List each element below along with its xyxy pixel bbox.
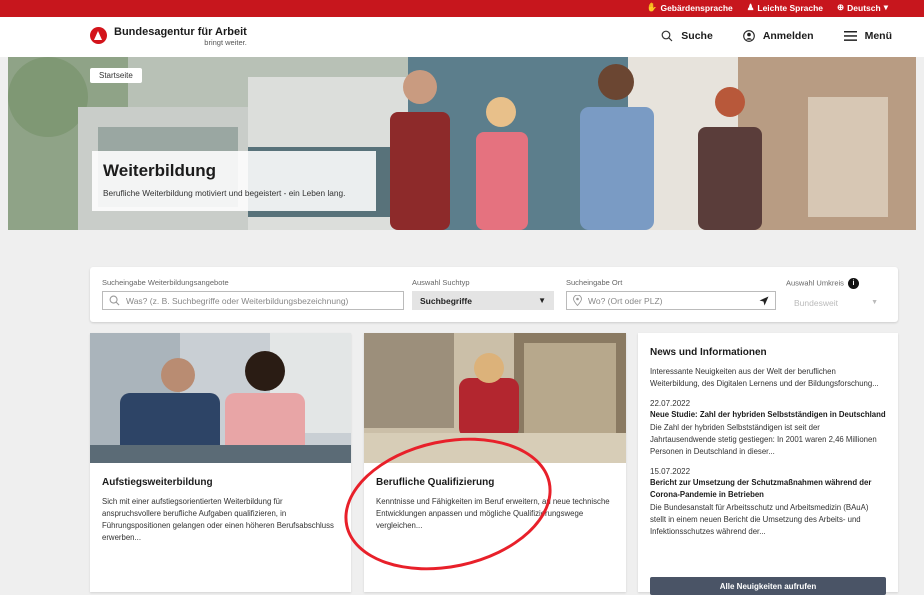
location-label: Sucheingabe Ort bbox=[566, 278, 623, 287]
radius-value: Bundesweit bbox=[794, 297, 838, 308]
type-value: Suchbegriffe bbox=[420, 295, 472, 306]
card-photo bbox=[364, 333, 626, 463]
location-field: Sucheingabe Ort Wo? (Ort oder PLZ) bbox=[566, 278, 776, 310]
news-text: Die Bundesanstalt für Arbeitsschutz und … bbox=[650, 503, 869, 536]
map-pin-icon bbox=[573, 295, 582, 306]
card-berufliche-qualifizierung[interactable]: Berufliche Qualifizierung Kenntnisse und… bbox=[364, 333, 626, 592]
card-body: Berufliche Qualifizierung Kenntnisse und… bbox=[364, 463, 626, 546]
news-item[interactable]: 15.07.2022 Bericht zur Umsetzung der Sch… bbox=[650, 467, 886, 538]
hamburger-icon bbox=[843, 31, 857, 41]
language-select[interactable]: ⊕ Deutsch ▾ bbox=[837, 2, 888, 13]
type-field: Auswahl Suchtyp Suchbegriffe ▼ bbox=[412, 278, 554, 310]
radius-label: Auswahl Umkreis bbox=[786, 278, 844, 288]
logo[interactable]: Bundesagentur für Arbeit bringt weiter. bbox=[90, 27, 247, 47]
search-label: Suche bbox=[681, 30, 713, 42]
easy-language-icon: ♟ bbox=[746, 2, 755, 12]
easy-language-link[interactable]: ♟ Leichte Sprache bbox=[747, 2, 823, 13]
search-icon bbox=[661, 30, 673, 42]
news-headline[interactable]: Bericht zur Umsetzung der Schutzmaßnahme… bbox=[650, 477, 886, 501]
radius-field: Auswahl Umkreis i Bundesweit ▼ bbox=[786, 278, 886, 312]
chevron-down-icon: ▾ bbox=[883, 2, 888, 12]
easy-language-label: Leichte Sprache bbox=[757, 2, 824, 13]
sign-language-label: Gebärdensprache bbox=[660, 2, 733, 13]
card-aufstiegsweiterbildung[interactable]: Aufstiegsweiterbildung Sich mit einer au… bbox=[90, 333, 351, 592]
card-image bbox=[90, 333, 351, 463]
query-label: Sucheingabe Weiterbildungsangebote bbox=[102, 278, 229, 287]
news-title: News und Informationen bbox=[650, 347, 767, 358]
radius-label-wrap: Auswahl Umkreis i bbox=[786, 278, 886, 289]
type-label: Auswahl Suchtyp bbox=[412, 278, 470, 287]
card-title[interactable]: Berufliche Qualifizierung bbox=[376, 477, 614, 488]
logo-name: Bundesagentur für Arbeit bbox=[114, 26, 247, 38]
location-input[interactable]: Wo? (Ort oder PLZ) bbox=[566, 291, 776, 310]
search-form: Sucheingabe Weiterbildungsangebote Was? … bbox=[90, 267, 898, 322]
sign-language-link[interactable]: ✋ Gebärdensprache bbox=[647, 2, 733, 13]
query-input[interactable]: Was? (z. B. Suchbegriffe oder Weiterbild… bbox=[102, 291, 404, 310]
page-title: Weiterbildung bbox=[103, 161, 217, 180]
globe-icon: ⊕ bbox=[837, 2, 845, 12]
logo-icon bbox=[90, 27, 107, 44]
card-text: Kenntnisse und Fähigkeiten im Beruf erwe… bbox=[376, 497, 610, 530]
login-button[interactable]: Anmelden bbox=[742, 30, 814, 42]
menu-button[interactable]: Menü bbox=[843, 30, 892, 42]
info-icon[interactable]: i bbox=[847, 278, 859, 289]
news-intro: Interessante Neuigkeiten aus der Welt de… bbox=[650, 367, 879, 388]
card-body: Aufstiegsweiterbildung Sich mit einer au… bbox=[90, 463, 351, 558]
query-placeholder: Was? (z. B. Suchbegriffe oder Weiterbild… bbox=[126, 295, 349, 306]
card-text: Sich mit einer aufstiegsorientierten Wei… bbox=[102, 497, 334, 542]
card-title[interactable]: Aufstiegsweiterbildung bbox=[102, 477, 339, 488]
locate-arrow-icon[interactable] bbox=[759, 296, 769, 306]
page-subtitle: Berufliche Weiterbildung motiviert und b… bbox=[103, 188, 346, 198]
search-button[interactable]: Suche bbox=[661, 30, 713, 42]
news-panel: News und Informationen Interessante Neui… bbox=[638, 333, 898, 595]
news-date: 15.07.2022 bbox=[650, 467, 691, 476]
utility-bar: ✋ Gebärdensprache ♟ Leichte Sprache ⊕ Deuts… bbox=[0, 0, 924, 17]
breadcrumb[interactable]: Startseite bbox=[90, 68, 142, 83]
menu-label: Menü bbox=[864, 30, 892, 42]
hero-text-box: Weiterbildung Berufliche Weiterbildung m… bbox=[92, 151, 376, 211]
main-nav: Suche Anmelden Menü bbox=[661, 30, 892, 42]
caret-down-icon: ▼ bbox=[871, 299, 878, 306]
sign-language-icon: ✋ bbox=[646, 2, 658, 12]
logo-tagline: bringt weiter. bbox=[204, 38, 247, 47]
site-header: Bundesagentur für Arbeit bringt weiter. … bbox=[0, 17, 924, 57]
query-field: Sucheingabe Weiterbildungsangebote Was? … bbox=[102, 278, 404, 310]
news-text: Die Zahl der hybriden Selbstständigen is… bbox=[650, 423, 877, 456]
type-select[interactable]: Suchbegriffe ▼ bbox=[412, 291, 554, 310]
caret-down-icon: ▼ bbox=[538, 296, 546, 305]
user-icon bbox=[742, 30, 755, 42]
radius-select[interactable]: Bundesweit ▼ bbox=[786, 293, 886, 312]
all-news-button[interactable]: Alle Neuigkeiten aufrufen bbox=[650, 577, 886, 595]
utility-links: ✋ Gebärdensprache ♟ Leichte Sprache ⊕ Deuts… bbox=[647, 2, 888, 13]
language-label: Deutsch bbox=[847, 2, 881, 13]
news-item[interactable]: 22.07.2022 Neue Studie: Zahl der hybride… bbox=[650, 399, 886, 458]
news-headline[interactable]: Neue Studie: Zahl der hybriden Selbststä… bbox=[650, 409, 886, 421]
card-photo bbox=[90, 333, 351, 463]
search-icon bbox=[109, 295, 120, 306]
location-placeholder: Wo? (Ort oder PLZ) bbox=[588, 295, 663, 306]
card-image bbox=[364, 333, 626, 463]
login-label: Anmelden bbox=[762, 30, 814, 42]
news-date: 22.07.2022 bbox=[650, 399, 691, 408]
